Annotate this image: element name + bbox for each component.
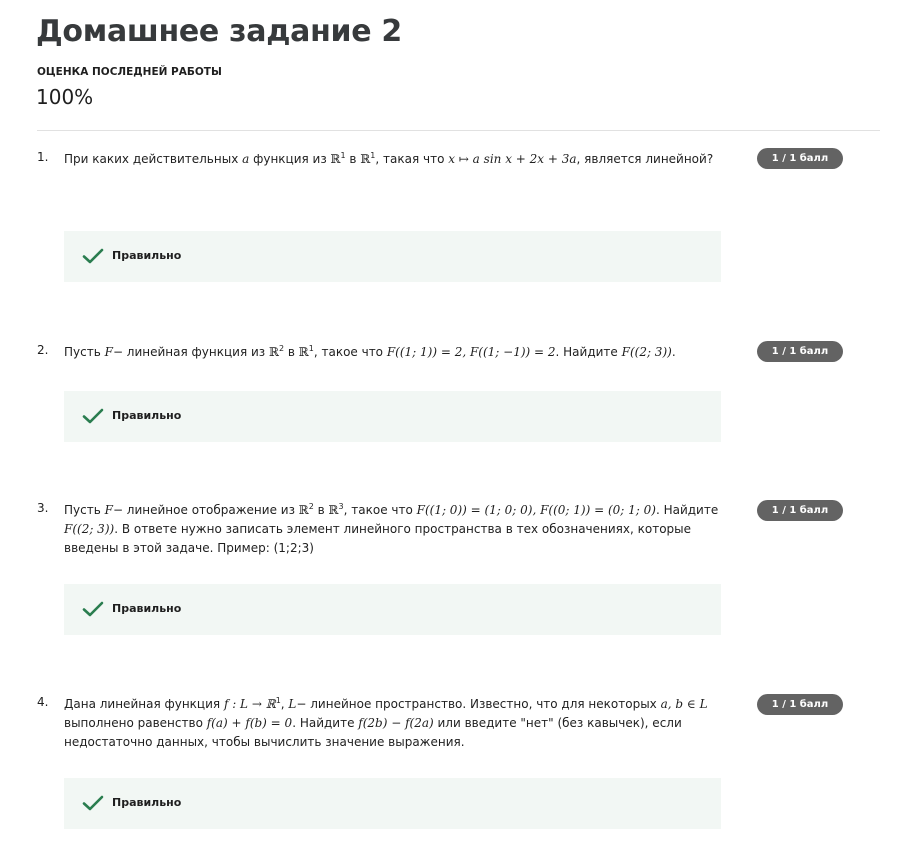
result-label: Правильно bbox=[112, 249, 182, 262]
question-text: Пусть F− линейное отображение из ℝ2 в ℝ3… bbox=[64, 502, 719, 556]
question-text: При каких действительных a функция из ℝ1… bbox=[64, 151, 714, 167]
page-title: Домашнее задание 2 bbox=[36, 14, 402, 49]
question-number: 4. bbox=[37, 695, 49, 709]
question-number: 1. bbox=[37, 150, 49, 164]
result-label: Правильно bbox=[112, 796, 182, 809]
result-box: Правильно bbox=[64, 231, 721, 282]
question-number: 3. bbox=[37, 501, 49, 515]
score-badge: 1 / 1 балл bbox=[757, 148, 843, 169]
result-label: Правильно bbox=[112, 409, 182, 422]
score-badge: 1 / 1 балл bbox=[757, 341, 843, 362]
header-divider bbox=[37, 130, 880, 131]
grade-value: 100% bbox=[36, 85, 94, 109]
checkmark-icon bbox=[82, 795, 104, 811]
score-badge: 1 / 1 балл bbox=[757, 694, 843, 715]
checkmark-icon bbox=[82, 408, 104, 424]
question-text: Дана линейная функция f : L → ℝ1, L− лин… bbox=[64, 696, 708, 750]
result-label: Правильно bbox=[112, 602, 182, 615]
score-badge: 1 / 1 балл bbox=[757, 500, 843, 521]
checkmark-icon bbox=[82, 248, 104, 264]
grade-label: ОЦЕНКА ПОСЛЕДНЕЙ РАБОТЫ bbox=[37, 66, 222, 78]
question-number: 2. bbox=[37, 343, 49, 357]
result-box: Правильно bbox=[64, 778, 721, 829]
checkmark-icon bbox=[82, 601, 104, 617]
result-box: Правильно bbox=[64, 391, 721, 442]
result-box: Правильно bbox=[64, 584, 721, 635]
question-text: Пусть F− линейная функция из ℝ2 в ℝ1, та… bbox=[64, 344, 676, 360]
